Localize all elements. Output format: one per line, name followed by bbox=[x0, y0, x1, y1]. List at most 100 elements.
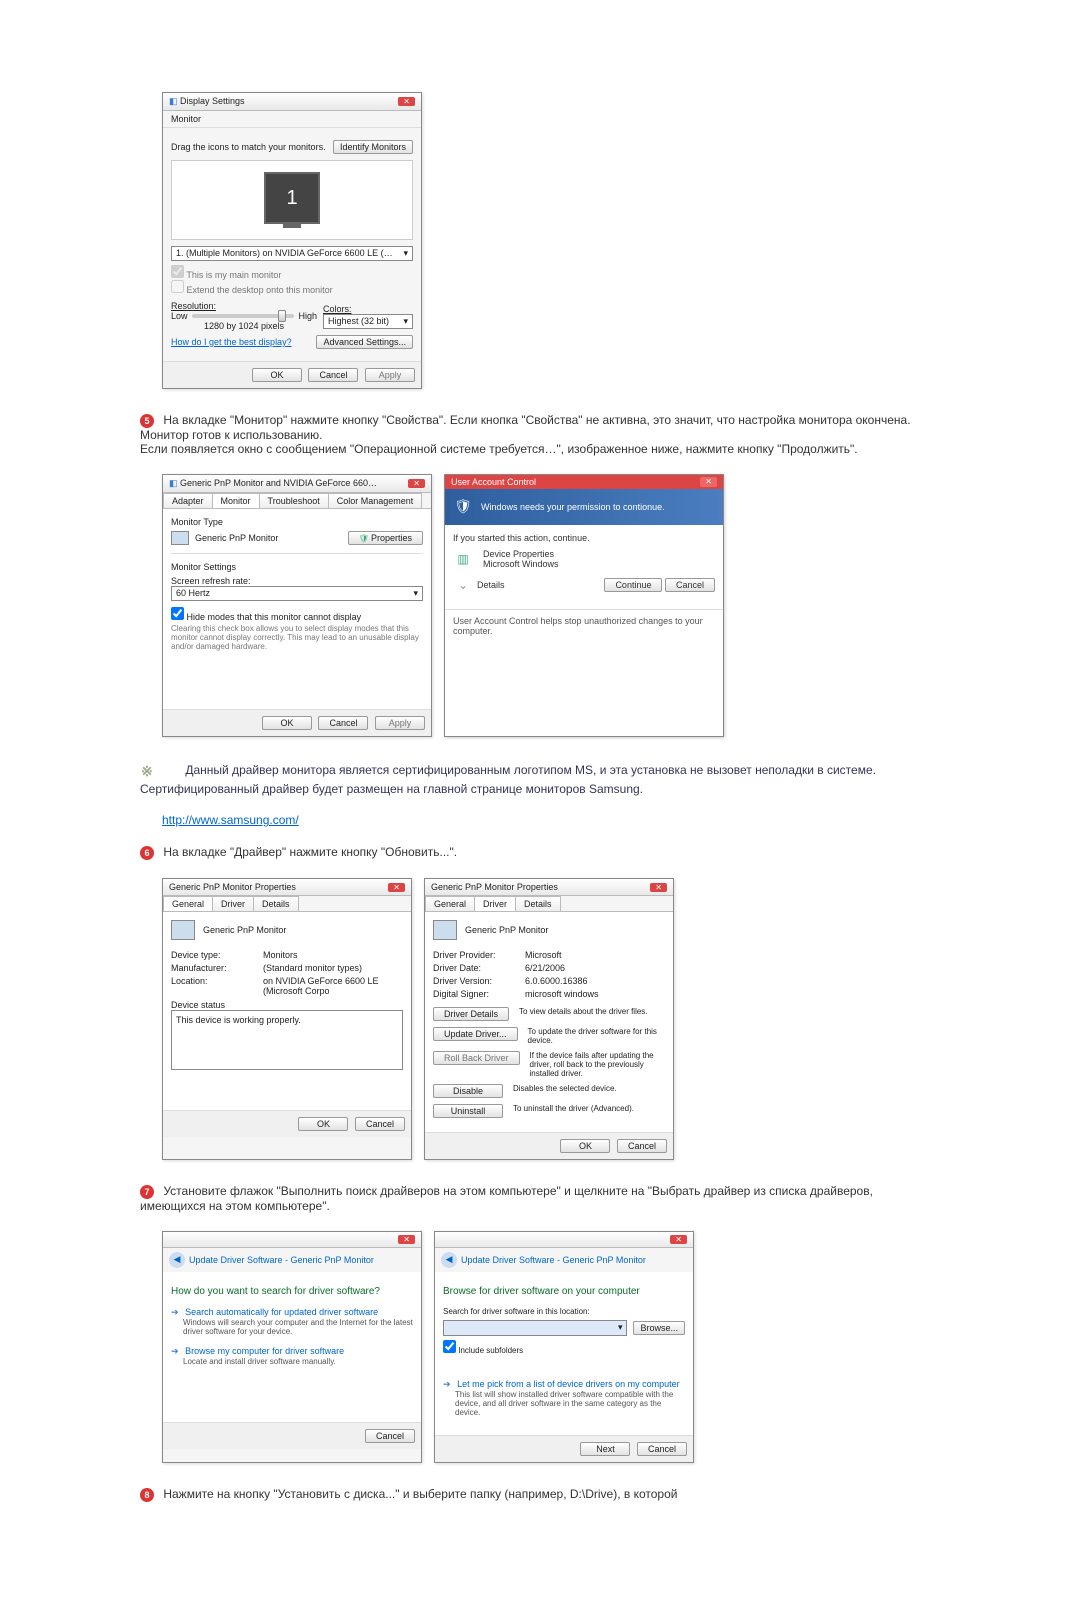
note-icon: ※ bbox=[140, 764, 154, 778]
dialog-title: Display Settings bbox=[180, 96, 245, 106]
step-text: Нажмите на кнопку "Установить с диска...… bbox=[163, 1487, 677, 1501]
close-icon[interactable]: ✕ bbox=[408, 479, 425, 488]
step-number: 6 bbox=[140, 846, 154, 860]
ok-button[interactable]: OK bbox=[262, 716, 312, 730]
arrow-icon: ➔ bbox=[171, 1307, 179, 1317]
tab-details[interactable]: Details bbox=[515, 896, 561, 911]
device-status-label: Device status bbox=[171, 1000, 403, 1010]
tab-details[interactable]: Details bbox=[253, 896, 299, 911]
display-settings-dialog: ◧ Display Settings ✕ Monitor Drag the ic… bbox=[162, 92, 422, 389]
breadcrumb[interactable]: ◀ Update Driver Software - Generic PnP M… bbox=[163, 1248, 421, 1272]
rollback-driver-button: Roll Back Driver bbox=[433, 1051, 520, 1065]
dialog-title: Generic PnP Monitor and NVIDIA GeForce 6… bbox=[180, 478, 380, 488]
main-monitor-checkbox: This is my main monitor bbox=[171, 270, 281, 280]
step-number: 7 bbox=[140, 1185, 154, 1199]
hide-modes-checkbox[interactable]: Hide modes that this monitor cannot disp… bbox=[171, 607, 423, 622]
monitor-icon bbox=[433, 920, 457, 940]
samsung-link[interactable]: http://www.samsung.com/ bbox=[162, 813, 299, 827]
uac-title: User Account Control bbox=[451, 477, 536, 487]
tab-driver[interactable]: Driver bbox=[212, 896, 254, 911]
uac-banner-text: Windows needs your permission to contion… bbox=[481, 502, 665, 512]
cancel-button[interactable]: Cancel bbox=[355, 1117, 405, 1131]
ok-button[interactable]: OK bbox=[560, 1139, 610, 1153]
uac-details[interactable]: Details bbox=[477, 580, 505, 590]
monitor-settings-label: Monitor Settings bbox=[171, 562, 423, 572]
monitor-preview[interactable]: 1 bbox=[264, 172, 320, 224]
menu-monitor[interactable]: Monitor bbox=[171, 114, 201, 124]
arrow-icon: ➔ bbox=[443, 1379, 451, 1389]
properties-button[interactable]: Properties bbox=[348, 531, 423, 545]
monitor-select[interactable]: 1. (Multiple Monitors) on NVIDIA GeForce… bbox=[171, 246, 413, 261]
uninstall-button[interactable]: Uninstall bbox=[433, 1104, 503, 1118]
colors-select[interactable]: Highest (32 bit)▾ bbox=[323, 314, 413, 329]
close-icon[interactable]: ✕ bbox=[388, 883, 405, 892]
include-subfolders-checkbox[interactable]: Include subfolders bbox=[443, 1346, 523, 1355]
best-display-link[interactable]: How do I get the best display? bbox=[171, 337, 292, 347]
close-icon[interactable]: ✕ bbox=[398, 97, 415, 106]
tab-adapter[interactable]: Adapter bbox=[163, 493, 213, 508]
cancel-button[interactable]: Cancel bbox=[318, 716, 368, 730]
breadcrumb[interactable]: ◀ Update Driver Software - Generic PnP M… bbox=[435, 1248, 693, 1272]
resolution-value: 1280 by 1024 pixels bbox=[171, 321, 317, 331]
menu-bar: Monitor bbox=[163, 111, 421, 128]
refresh-rate-select[interactable]: 60 Hertz▾ bbox=[171, 586, 423, 601]
back-arrow-icon[interactable]: ◀ bbox=[169, 1252, 185, 1268]
chevron-down-icon[interactable]: ⌄ bbox=[453, 575, 473, 595]
update-driver-button[interactable]: Update Driver... bbox=[433, 1027, 518, 1041]
step-text: Установите флажок "Выполнить поиск драйв… bbox=[140, 1184, 873, 1213]
hide-modes-description: Clearing this check box allows you to se… bbox=[171, 624, 423, 651]
continue-button[interactable]: Continue bbox=[604, 578, 662, 592]
colors-label: Colors: bbox=[323, 304, 413, 314]
close-icon[interactable]: ✕ bbox=[700, 477, 717, 487]
monitor-icon bbox=[171, 531, 189, 545]
step-text: На вкладке "Монитор" нажмите кнопку "Сво… bbox=[140, 413, 911, 456]
pick-from-list-option[interactable]: ➔ Let me pick from a list of device driv… bbox=[443, 1379, 685, 1417]
tab-general[interactable]: General bbox=[163, 896, 213, 911]
search-automatically-option[interactable]: ➔ Search automatically for updated drive… bbox=[171, 1307, 413, 1336]
advanced-settings-button[interactable]: Advanced Settings... bbox=[316, 335, 413, 349]
device-name: Generic PnP Monitor bbox=[465, 925, 548, 935]
extend-desktop-checkbox: Extend the desktop onto this monitor bbox=[171, 285, 333, 295]
apply-button: Apply bbox=[375, 716, 425, 730]
shield-icon: 🛡 bbox=[453, 497, 473, 517]
next-button[interactable]: Next bbox=[580, 1442, 630, 1456]
tab-monitor[interactable]: Monitor bbox=[212, 493, 260, 508]
ok-button[interactable]: OK bbox=[298, 1117, 348, 1131]
identify-monitors-button[interactable]: Identify Monitors bbox=[333, 140, 413, 154]
drag-instruction: Drag the icons to match your monitors. bbox=[171, 142, 326, 152]
close-icon[interactable]: ✕ bbox=[650, 883, 667, 892]
update-driver-wizard-browse: ✕ ◀ Update Driver Software - Generic PnP… bbox=[434, 1231, 694, 1463]
browse-computer-option[interactable]: ➔ Browse my computer for driver software… bbox=[171, 1346, 413, 1366]
cancel-button[interactable]: Cancel bbox=[365, 1429, 415, 1443]
resolution-slider[interactable] bbox=[192, 314, 295, 318]
note-p2: Сертифицированный драйвер будет размещен… bbox=[140, 782, 643, 796]
tab-troubleshoot[interactable]: Troubleshoot bbox=[259, 493, 329, 508]
tab-color-management[interactable]: Color Management bbox=[328, 493, 423, 508]
titlebar: ◧ Display Settings ✕ bbox=[163, 93, 421, 111]
monitor-type-label: Monitor Type bbox=[171, 517, 423, 527]
cancel-button[interactable]: Cancel bbox=[308, 368, 358, 382]
monitor-number: 1 bbox=[286, 187, 297, 210]
cancel-button[interactable]: Cancel bbox=[637, 1442, 687, 1456]
tab-general[interactable]: General bbox=[425, 896, 475, 911]
refresh-rate-label: Screen refresh rate: bbox=[171, 576, 423, 586]
driver-details-button[interactable]: Driver Details bbox=[433, 1007, 509, 1021]
dialog-title: Generic PnP Monitor Properties bbox=[169, 882, 296, 892]
wizard-heading: How do you want to search for driver sof… bbox=[171, 1286, 413, 1297]
cancel-button[interactable]: Cancel bbox=[617, 1139, 667, 1153]
ok-button[interactable]: OK bbox=[252, 368, 302, 382]
browse-button[interactable]: Browse... bbox=[633, 1321, 685, 1335]
monitor-properties-driver: Generic PnP Monitor Properties ✕ General… bbox=[424, 878, 674, 1160]
disable-button[interactable]: Disable bbox=[433, 1084, 503, 1098]
search-location-label: Search for driver software in this locat… bbox=[443, 1307, 685, 1316]
back-arrow-icon[interactable]: ◀ bbox=[441, 1252, 457, 1268]
cancel-button[interactable]: Cancel bbox=[665, 578, 715, 592]
step-number: 5 bbox=[140, 414, 154, 428]
path-input[interactable]: ▾ bbox=[443, 1320, 627, 1336]
tab-driver[interactable]: Driver bbox=[474, 896, 516, 911]
close-icon[interactable]: ✕ bbox=[398, 1235, 415, 1244]
close-icon[interactable]: ✕ bbox=[670, 1235, 687, 1244]
note-p1: Данный драйвер монитора является сертифи… bbox=[185, 763, 876, 777]
uac-footer-text: User Account Control helps stop unauthor… bbox=[445, 609, 723, 642]
monitor-properties-general: Generic PnP Monitor Properties ✕ General… bbox=[162, 878, 412, 1160]
